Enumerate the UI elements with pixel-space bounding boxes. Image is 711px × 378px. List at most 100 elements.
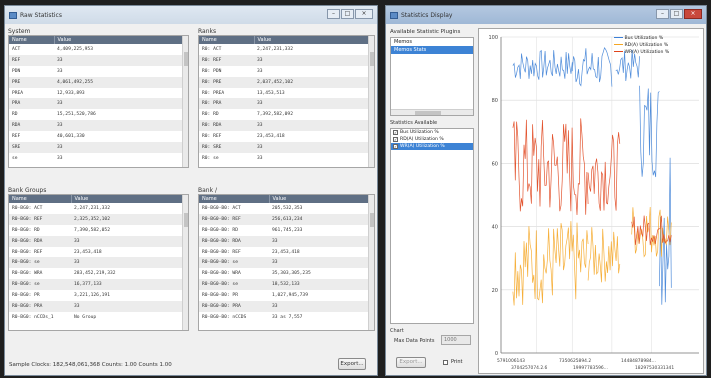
table-row[interactable]: R0: ACT 2,247,231,332: [199, 44, 374, 55]
plugins-list[interactable]: Memos Memos Stats: [390, 37, 474, 116]
table-row[interactable]: R0-BG0-B0: PRA 33: [199, 301, 374, 312]
table-row[interactable]: PREA 12,933,893: [9, 88, 188, 99]
bank-groups-table[interactable]: Name Value R0-BG0: ACT 2,247,231,332 R0-BG…: [8, 194, 189, 331]
table-row[interactable]: R0-BG0-B0: WRA 35,303,305,235: [199, 268, 374, 279]
minimize-button[interactable]: –: [327, 9, 340, 19]
print-toggle[interactable]: Print: [443, 359, 463, 365]
bank-table[interactable]: Name Value R0-BG0-B0: ACT 205,532,353 R0-B…: [198, 194, 375, 331]
cell-name: R0: REF: [202, 134, 222, 140]
cell-value: 33: [71, 257, 188, 269]
table-row[interactable]: PRE 4,061,492,255: [9, 76, 188, 88]
table-row[interactable]: R0: PREA 13,453,513: [199, 88, 374, 99]
minimize-button[interactable]: –: [656, 9, 669, 19]
table-row[interactable]: R0-BG0: ACT 2,247,231,332: [9, 203, 188, 214]
close-button[interactable]: ×: [684, 9, 702, 19]
system-table[interactable]: Name Value ACT 4,409,225,953 REF 33 PDN 33 PRE…: [8, 35, 189, 168]
series-line-2: [512, 118, 589, 216]
stat-item-rd[interactable]: ✓ RD(A) Utilization %: [391, 136, 473, 143]
column-header-value[interactable]: Value: [254, 36, 374, 44]
cell-name: R0-BG0-B0: RD: [202, 227, 238, 233]
maximize-button[interactable]: □: [341, 9, 354, 19]
checkbox[interactable]: ✓: [393, 130, 398, 135]
table-row[interactable]: R0-BG0: PR 3,221,126,191: [9, 290, 188, 301]
table-row[interactable]: PDN 33: [9, 66, 188, 77]
y-tick-label: 20: [492, 288, 498, 294]
cell-value: 33: [257, 155, 263, 161]
stat-item-wr[interactable]: ✓ WR(A) Utilization %: [391, 143, 473, 150]
bank-groups-scrollbar[interactable]: [182, 195, 188, 330]
table-row[interactable]: R0-BG0-B0: se 33: [199, 257, 374, 269]
table-row[interactable]: R0-BG0: se 33: [9, 257, 188, 269]
table-row[interactable]: R0-BG0-B0: RDA 33: [199, 235, 374, 247]
cell-value: 33: [269, 301, 374, 312]
column-header-value[interactable]: Value: [54, 36, 188, 44]
column-header-value[interactable]: Value: [269, 195, 374, 203]
table-row[interactable]: R0: se 33: [199, 153, 374, 164]
table-row[interactable]: R0: SRE 33: [199, 142, 374, 153]
print-checkbox[interactable]: [443, 359, 448, 365]
table-row[interactable]: R0-BG0: REF 2,325,352,102: [9, 213, 188, 225]
table-row[interactable]: R0-BG0-B0: nCCDS 33 as 7,557: [199, 312, 374, 323]
cell-name: R0: SRE: [199, 142, 254, 153]
statistics-display-titlebar[interactable]: Statistics Display – □ ×: [386, 6, 706, 24]
table-row[interactable]: R0-BG0: PRA 33: [9, 301, 188, 312]
table-row[interactable]: RD 15,251,520,786: [9, 109, 188, 120]
cell-name: R0: RD: [202, 112, 219, 118]
table-row[interactable]: R0-BG0: se 16,377,133: [9, 279, 188, 291]
plugins-hscrollbar[interactable]: [391, 109, 473, 115]
table-row[interactable]: R0-BG0: RDA 33: [9, 235, 188, 247]
raw-statistics-titlebar[interactable]: Raw Statistics – □ ×: [5, 6, 377, 24]
table-row[interactable]: REF 33: [9, 54, 188, 66]
max-points-field[interactable]: 1000: [441, 335, 471, 345]
bank-scrollbar[interactable]: [368, 195, 374, 330]
table-row[interactable]: R0-BG0: nCCDs_1 No Group: [9, 312, 188, 323]
table-row[interactable]: R0-BG0: WRA 283,452,219,332: [9, 268, 188, 279]
table-row[interactable]: R0: PRA 33: [199, 98, 374, 110]
table-row[interactable]: R0-BG0: RD 7,390,582,052: [9, 225, 188, 236]
stats-list[interactable]: ✓ Bus Utilization % ✓ RD(A) Utilization …: [390, 128, 474, 324]
export-button[interactable]: Export...: [396, 357, 426, 368]
table-row[interactable]: se 33: [9, 153, 188, 164]
system-scrollbar[interactable]: [182, 36, 188, 167]
table-row[interactable]: R0: RD 7,392,582,092: [199, 109, 374, 120]
app-icon: [9, 11, 17, 19]
y-tick-label: 60: [492, 161, 498, 167]
table-row[interactable]: R0-BG0-B0: ACT 205,532,353: [199, 203, 374, 214]
table-row[interactable]: REF 40,601,330: [9, 131, 188, 142]
column-header-value[interactable]: Value: [71, 195, 188, 203]
cell-value: 13,453,513: [257, 90, 285, 96]
table-row[interactable]: PRA 33: [9, 98, 188, 110]
table-row[interactable]: ACT 4,409,225,953: [9, 44, 188, 55]
table-row[interactable]: R0-BG0-B0: se 18,532,133: [199, 279, 374, 291]
column-header-name[interactable]: Name: [9, 36, 55, 44]
table-row[interactable]: R0-BG0-B0: PR 1,027,945,739: [199, 290, 374, 301]
legend-swatch: [614, 44, 623, 45]
table-row[interactable]: R0: REF 33: [199, 54, 374, 66]
table-row[interactable]: R0-BG0-B0: REF 256,613,234: [199, 213, 374, 225]
ranks-table[interactable]: Name Value R0: ACT 2,247,231,332 R0: REF 33…: [198, 35, 375, 168]
checkbox[interactable]: ✓: [393, 137, 398, 142]
stat-item-bus[interactable]: ✓ Bus Utilization %: [391, 129, 473, 136]
bank-label: Bank /: [198, 187, 217, 194]
app-icon: [390, 11, 398, 19]
export-button[interactable]: Export...: [338, 358, 366, 370]
table-row[interactable]: R0: PDN 33: [199, 66, 374, 77]
table-row[interactable]: R0-BG0-B0: REF 23,453,418: [199, 247, 374, 258]
plugin-item-memos[interactable]: Memos: [391, 38, 473, 46]
table-row[interactable]: R0: PRE 2,037,452,102: [199, 76, 374, 88]
plugin-item-memos-stats[interactable]: Memos Stats: [391, 46, 473, 54]
table-row[interactable]: R0-BG0-B0: RD 961,745,233: [199, 225, 374, 236]
table-row[interactable]: R0: RDA 33: [199, 120, 374, 132]
table-row[interactable]: R0-BG0: REF 23,453,418: [9, 247, 188, 258]
table-row[interactable]: R0: REF 23,453,418: [199, 131, 374, 142]
table-row[interactable]: SRE 33: [9, 142, 188, 153]
maximize-button[interactable]: □: [670, 9, 683, 19]
table-row[interactable]: RDA 33: [9, 120, 188, 132]
column-header-name[interactable]: Name: [199, 195, 270, 203]
ranks-scrollbar[interactable]: [368, 36, 374, 167]
close-button[interactable]: ×: [355, 9, 373, 19]
column-header-name[interactable]: Name: [9, 195, 72, 203]
cell-value: 23,453,418: [272, 249, 300, 255]
checkbox[interactable]: ✓: [393, 144, 398, 149]
column-header-name[interactable]: Name: [199, 36, 255, 44]
